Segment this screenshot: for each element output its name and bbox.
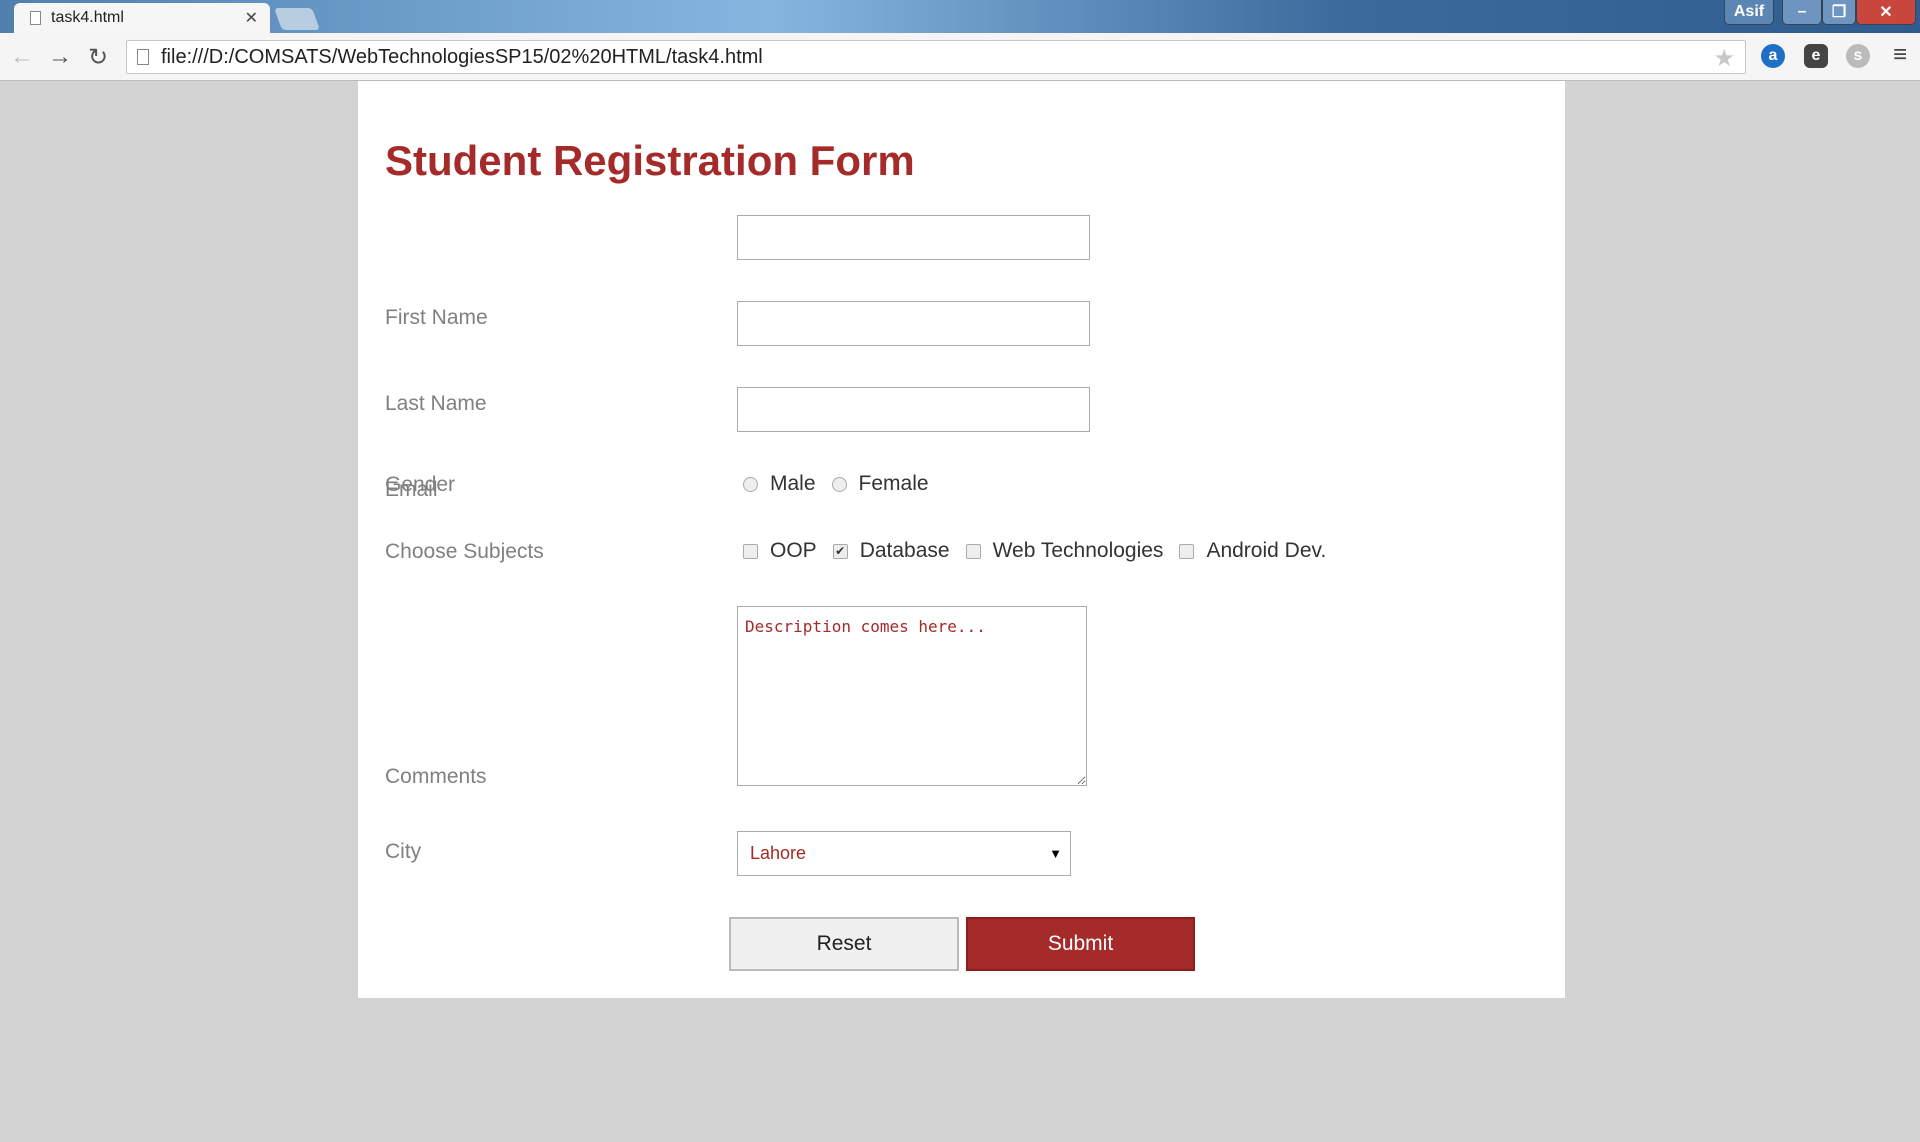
last-name-input[interactable] <box>737 301 1090 346</box>
maximize-button[interactable]: ❐ <box>1822 0 1856 25</box>
database-checkbox[interactable]: ✔ <box>832 543 848 559</box>
page-icon <box>30 11 41 25</box>
female-radio[interactable] <box>831 476 847 492</box>
city-select[interactable]: Lahore ▼ <box>737 831 1071 876</box>
bookmark-star-icon[interactable]: ★ <box>1713 44 1735 73</box>
android-dev-label: Android Dev. <box>1206 539 1327 562</box>
registration-page: Student Registration Form First Name Las… <box>358 81 1565 998</box>
back-icon[interactable]: ← <box>10 43 34 71</box>
city-value: Lahore <box>750 843 807 863</box>
gender-options: Male Female <box>737 472 939 496</box>
reset-button[interactable]: Reset <box>729 917 959 971</box>
city-label: City <box>385 840 422 863</box>
extension-a-icon[interactable]: a <box>1761 44 1785 68</box>
subjects-label: Choose Subjects <box>385 540 544 563</box>
web-technologies-label: Web Technologies <box>992 539 1164 562</box>
browser-toolbar: ← → ↻ file:///D:/COMSATS/WebTechnologies… <box>0 33 1920 81</box>
gender-label: Gender <box>385 473 456 496</box>
user-name: Asif <box>1733 3 1765 20</box>
address-bar[interactable]: file:///D:/COMSATS/WebTechnologiesSP15/0… <box>126 40 1746 74</box>
extension-s-icon[interactable]: s <box>1846 44 1870 68</box>
tab-task4[interactable]: task4.html ✕ <box>14 3 270 33</box>
forward-icon[interactable]: → <box>48 43 72 71</box>
comments-label: Comments <box>385 765 487 788</box>
email-input[interactable] <box>737 387 1090 432</box>
submit-button[interactable]: Submit <box>966 917 1195 971</box>
oop-label: OOP <box>770 539 817 562</box>
last-name-label: Last Name <box>385 392 487 415</box>
database-label: Database <box>859 539 950 562</box>
male-radio[interactable] <box>743 476 758 492</box>
comments-textarea[interactable] <box>737 606 1087 786</box>
chevron-down-icon: ▼ <box>1049 846 1062 861</box>
reload-icon[interactable]: ↻ <box>88 43 108 72</box>
subjects-options: OOP ✔ Database Web Technologies Android D… <box>737 539 1336 563</box>
url-text: file:///D:/COMSATS/WebTechnologiesSP15/0… <box>161 45 763 68</box>
tab-title: task4.html <box>51 9 124 26</box>
male-label: Male <box>770 472 816 495</box>
first-name-label: First Name <box>385 306 488 329</box>
title-bar: task4.html ✕ Asif – ❐ ✕ <box>0 0 1920 33</box>
new-tab-button[interactable] <box>273 8 321 30</box>
android-dev-checkbox[interactable] <box>1179 543 1195 559</box>
close-window-button[interactable]: ✕ <box>1856 0 1916 25</box>
minimize-button[interactable]: – <box>1782 0 1822 25</box>
oop-checkbox[interactable] <box>743 543 758 559</box>
page-icon <box>137 49 149 65</box>
menu-icon[interactable]: ≡ <box>1893 41 1907 69</box>
first-name-input[interactable] <box>737 215 1090 260</box>
web-technologies-checkbox[interactable] <box>965 543 981 559</box>
evernote-icon[interactable]: e <box>1804 44 1828 68</box>
page-title: Student Registration Form <box>385 137 915 184</box>
close-tab-icon[interactable]: ✕ <box>245 8 258 28</box>
user-profile-button[interactable]: Asif <box>1724 0 1774 25</box>
female-label: Female <box>858 472 929 495</box>
